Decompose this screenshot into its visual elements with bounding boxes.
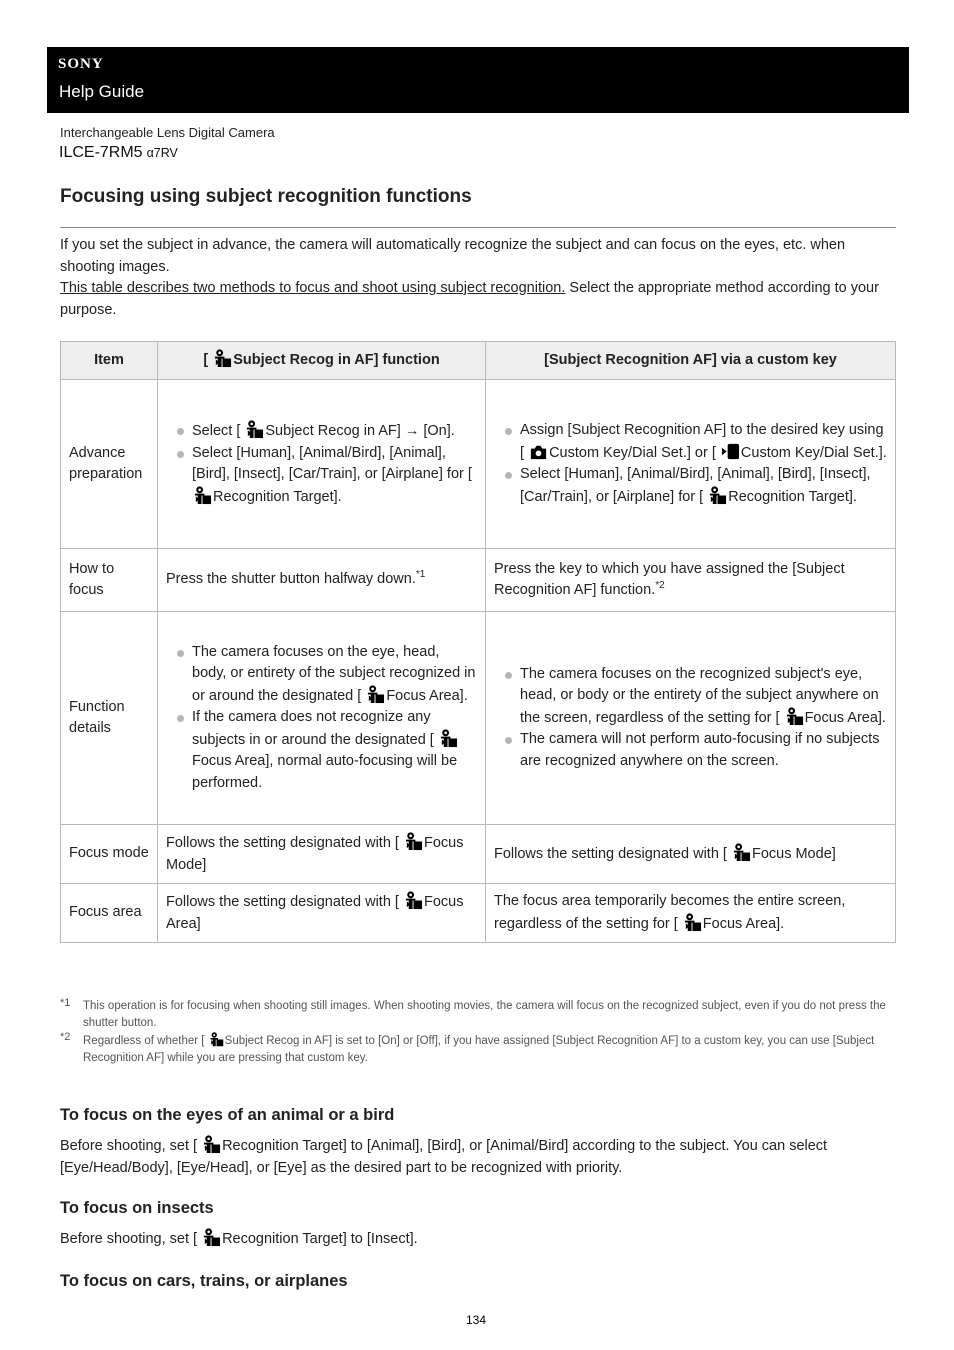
section-text: Before shooting, set [ Recognition Targe…: [60, 1228, 900, 1251]
cell: Follows the setting designated with [ Fo…: [157, 824, 486, 884]
cell: The camera focuses on the recognized sub…: [485, 611, 896, 825]
section-text: Before shooting, set [ Recognition Targe…: [60, 1135, 900, 1179]
cell: Press the shutter button halfway down.*1: [157, 548, 486, 612]
cell: The focus area temporarily becomes the e…: [485, 883, 896, 943]
table-header-row: Item [ Subject Recog in AF] function [Su…: [60, 341, 896, 380]
subject-recognition-icon: [404, 891, 423, 910]
list-item: Select [Human], [Animal/Bird], [Animal],…: [505, 464, 887, 508]
footnote-mark: *1: [60, 997, 71, 1009]
help-guide-title: Help Guide: [59, 82, 145, 101]
list-item: The camera focuses on the eye, head, bod…: [177, 642, 477, 708]
list-item: If the camera does not recognize any sub…: [177, 707, 477, 794]
model-number: ILCE-7RM5: [59, 144, 143, 161]
list-item: The camera focuses on the recognized sub…: [505, 664, 887, 730]
intro-paragraph-2: This table describes two methods to focu…: [60, 280, 879, 318]
still-camera-icon: [529, 442, 548, 461]
subject-recognition-icon: [404, 832, 423, 851]
product-type: Interchangeable Lens Digital Camera: [60, 125, 275, 140]
subject-recognition-icon: [785, 707, 804, 726]
cell: Assign [Subject Recognition AF] to the d…: [485, 379, 896, 549]
table-description-link[interactable]: This table describes two methods to focu…: [60, 280, 565, 296]
row-label: Function details: [60, 611, 158, 825]
title-divider: [60, 227, 896, 228]
cell: The camera focuses on the eye, head, bod…: [157, 611, 486, 825]
header-banner: SONY Help Guide: [47, 47, 909, 113]
subject-recognition-icon: [209, 1032, 224, 1047]
list-item: Select [Human], [Animal/Bird], [Animal],…: [177, 443, 477, 509]
page-title: Focusing using subject recognition funct…: [60, 186, 472, 207]
subject-recognition-icon: [202, 1135, 221, 1154]
movie-camera-icon: [721, 442, 740, 461]
section-heading: To focus on cars, trains, or airplanes: [60, 1272, 348, 1290]
row-label: Focus mode: [60, 824, 158, 884]
cell: Follows the setting designated with [ Fo…: [485, 824, 896, 884]
table-row: Advance preparation Select [ Subject Rec…: [60, 379, 896, 549]
table-row: How to focus Press the shutter button ha…: [60, 548, 896, 612]
row-label: How to focus: [60, 548, 158, 612]
footnote-mark: *2: [60, 1031, 71, 1043]
sony-logo: SONY: [58, 56, 104, 72]
subject-recognition-icon: [708, 486, 727, 505]
row-label: Advance preparation: [60, 379, 158, 549]
subject-recognition-icon: [193, 486, 212, 505]
footnote-text: This operation is for focusing when shoo…: [83, 1000, 886, 1029]
intro-paragraph: If you set the subject in advance, the c…: [60, 237, 846, 275]
subject-recognition-icon: [213, 349, 232, 368]
footnote-1: *1 This operation is for focusing when s…: [60, 997, 900, 1032]
row-label: Focus area: [60, 883, 158, 943]
subject-recognition-icon: [683, 913, 702, 932]
subject-recognition-icon: [732, 843, 751, 862]
header-item: Item: [60, 341, 158, 380]
cell: Follows the setting designated with [ Fo…: [157, 883, 486, 943]
table-row: Focus area Follows the setting designate…: [60, 883, 896, 943]
footnote-text: Regardless of whether [ Subject Recog in…: [83, 1032, 900, 1067]
list-item: Assign [Subject Recognition AF] to the d…: [505, 420, 887, 464]
subject-recognition-icon: [366, 685, 385, 704]
comparison-table: Item [ Subject Recog in AF] function [Su…: [60, 341, 896, 943]
subject-recognition-icon: [245, 420, 264, 439]
header-custom-key: [Subject Recognition AF] via a custom ke…: [485, 341, 896, 380]
table-row: Focus mode Follows the setting designate…: [60, 824, 896, 884]
cell: Press the key to which you have assigned…: [485, 548, 896, 612]
page-number: 134: [466, 1313, 487, 1327]
subject-recognition-icon: [439, 729, 458, 748]
intro-text: If you set the subject in advance, the c…: [60, 235, 900, 321]
footnote-2: *2 Regardless of whether [ Subject Recog…: [60, 1031, 900, 1067]
list-item: The camera will not perform auto-focusin…: [505, 729, 887, 772]
header-subject-recog-in-af: [ Subject Recog in AF] function: [157, 341, 486, 380]
model-alias: α7RV: [146, 146, 178, 160]
section-heading: To focus on the eyes of an animal or a b…: [60, 1106, 395, 1124]
footnote-ref: *1: [415, 569, 426, 581]
section-heading: To focus on insects: [60, 1199, 214, 1217]
cell: Select [ Subject Recog in AF] → [On]. Se…: [157, 379, 486, 549]
subject-recognition-icon: [202, 1228, 221, 1247]
model-name: ILCE-7RM5 α7RV: [59, 144, 178, 162]
footnote-ref: *2: [655, 580, 665, 592]
list-item: Select [ Subject Recog in AF] → [On].: [177, 420, 477, 443]
table-row: Function details The camera focuses on t…: [60, 611, 896, 825]
